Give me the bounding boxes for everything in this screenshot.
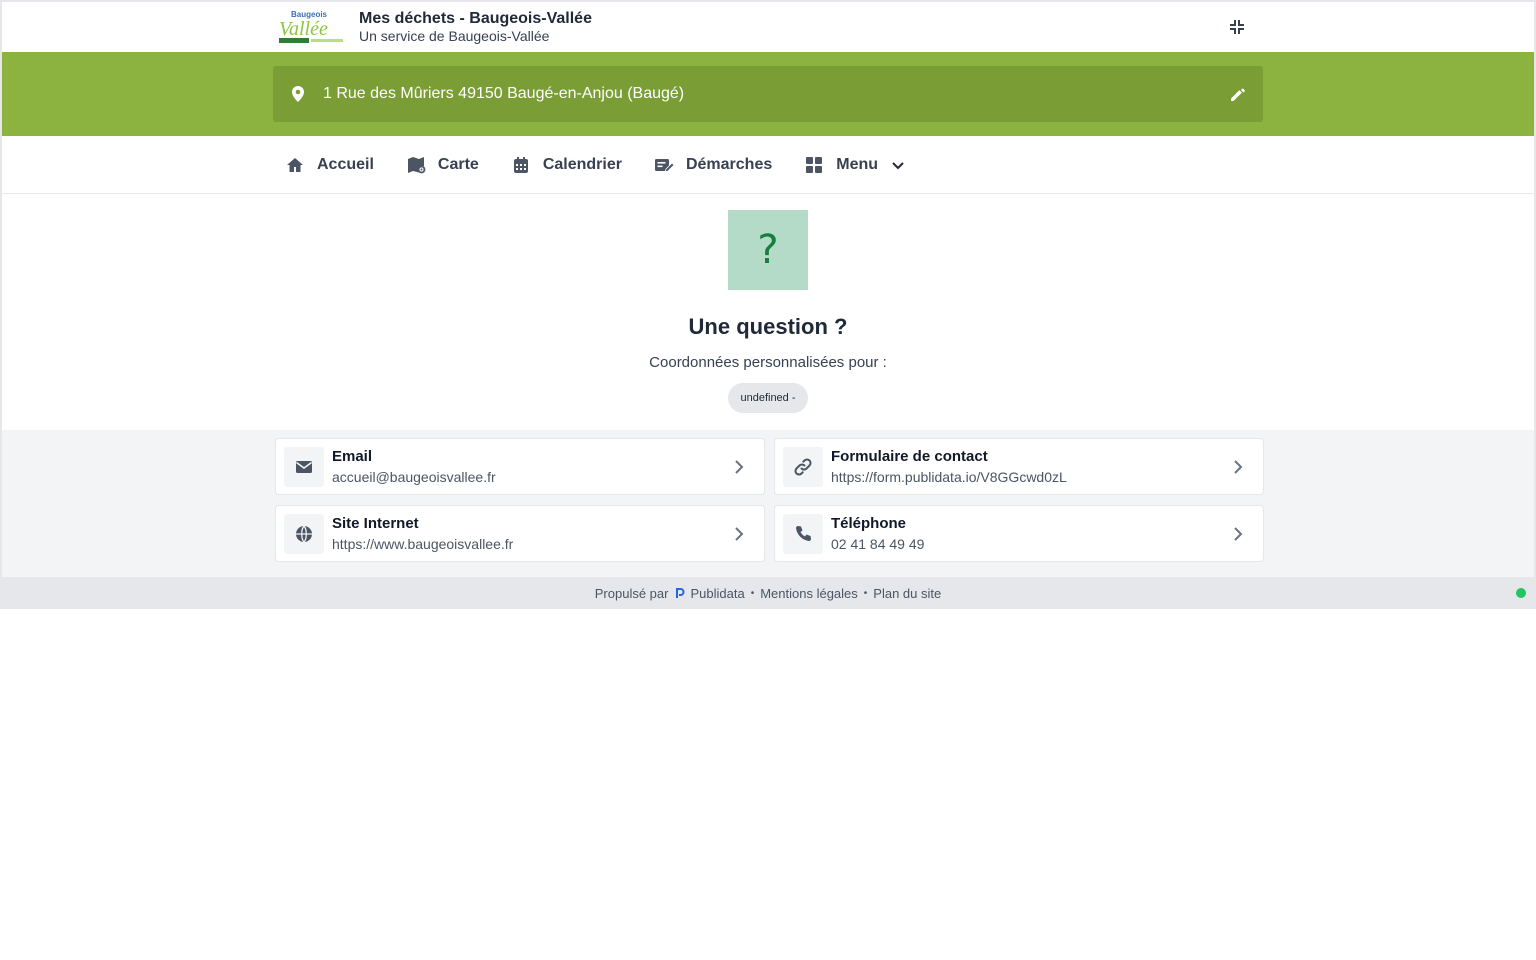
card-value: accueil@baugeoisvallee.fr [332,469,496,485]
publidata-logo-icon [676,588,685,598]
pencil-icon[interactable] [1229,85,1247,103]
question-icon: ? [728,210,808,290]
powered-by-label: Propulsé par [594,585,669,601]
contact-card-website[interactable]: Site Internet https://www.baugeoisvallee… [275,505,765,562]
top-header: Baugeois Vallée Mes déchets - Baugeois-V… [2,2,1534,52]
card-title: Site Internet [332,515,419,532]
address-text: 1 Rue des Mûriers 49150 Baugé-en-Anjou (… [323,85,685,102]
publidata-link[interactable]: Publidata [690,586,744,601]
footer-separator: • [750,587,755,599]
brand-logo[interactable]: Baugeois Vallée [277,9,345,45]
question-subtitle: Coordonnées personnalisées pour : [649,354,887,371]
phone-icon [783,513,823,554]
home-icon [287,157,303,172]
globe-icon [284,513,324,554]
sitemap-link[interactable]: Plan du site [873,586,941,601]
footer-separator: • [863,587,868,599]
app-subtitle: Un service de Baugeois-Vallée [359,27,550,44]
legal-link[interactable]: Mentions légales [760,586,858,601]
card-value: https://www.baugeoisvallee.fr [332,536,514,552]
contact-card-phone[interactable]: Téléphone 02 41 84 49 49 [774,505,1264,562]
grid-icon [806,156,823,173]
app-frame: Baugeois Vallée Mes déchets - Baugeois-V… [0,0,1536,609]
footer: Propulsé par Publidata • Mentions légale… [0,577,1536,609]
form-edit-icon [654,158,674,173]
map-icon [407,156,426,173]
address-selector[interactable]: 1 Rue des Mûriers 49150 Baugé-en-Anjou (… [273,66,1263,122]
nav-label: Menu [836,155,879,173]
card-value: 02 41 84 49 49 [831,536,925,552]
nav-label: Carte [437,155,479,173]
nav-label: Calendrier [542,155,622,173]
nav-label: Démarches [685,155,773,173]
compress-icon[interactable] [1227,17,1247,37]
nav-item-menu[interactable]: Menu [804,155,906,175]
card-title: Email [332,448,373,465]
svg-text:Vallée: Vallée [279,18,328,40]
question-title: Une question ? [688,314,848,339]
chevron-right-icon [1234,460,1243,474]
chevron-right-icon [735,460,744,474]
main-nav: Accueil Carte Calendrier Démarches Menu [2,136,1534,194]
nav-item-accueil[interactable]: Accueil [285,155,374,175]
map-pin-icon [292,86,304,102]
card-title: Téléphone [831,515,907,532]
calendar-icon [513,156,528,173]
status-indicator [1516,588,1526,598]
card-value: https://form.publidata.io/V8GGcwd0zL [831,469,1067,485]
nav-label: Accueil [317,155,374,173]
question-mark: ? [757,227,779,273]
nav-item-demarches[interactable]: Démarches [654,155,772,175]
nav-item-carte[interactable]: Carte [406,155,479,175]
address-band: 1 Rue des Mûriers 49150 Baugé-en-Anjou (… [2,52,1534,136]
chevron-right-icon [1234,527,1243,541]
location-badge: undefined - [728,383,808,413]
link-icon [783,446,823,487]
chevron-right-icon [735,527,744,541]
contacts-section: Email accueil@baugeoisvallee.fr Formulai… [2,430,1534,578]
contact-card-email[interactable]: Email accueil@baugeoisvallee.fr [275,438,765,495]
chevron-down-icon [892,161,904,169]
envelope-icon [284,446,324,487]
card-title: Formulaire de contact [831,448,988,465]
question-section: ? Une question ? Coordonnées personnalis… [2,194,1534,430]
contact-card-form[interactable]: Formulaire de contact https://form.publi… [774,438,1264,495]
app-title: Mes déchets - Baugeois-Vallée [359,10,592,27]
nav-item-calendrier[interactable]: Calendrier [511,155,622,175]
